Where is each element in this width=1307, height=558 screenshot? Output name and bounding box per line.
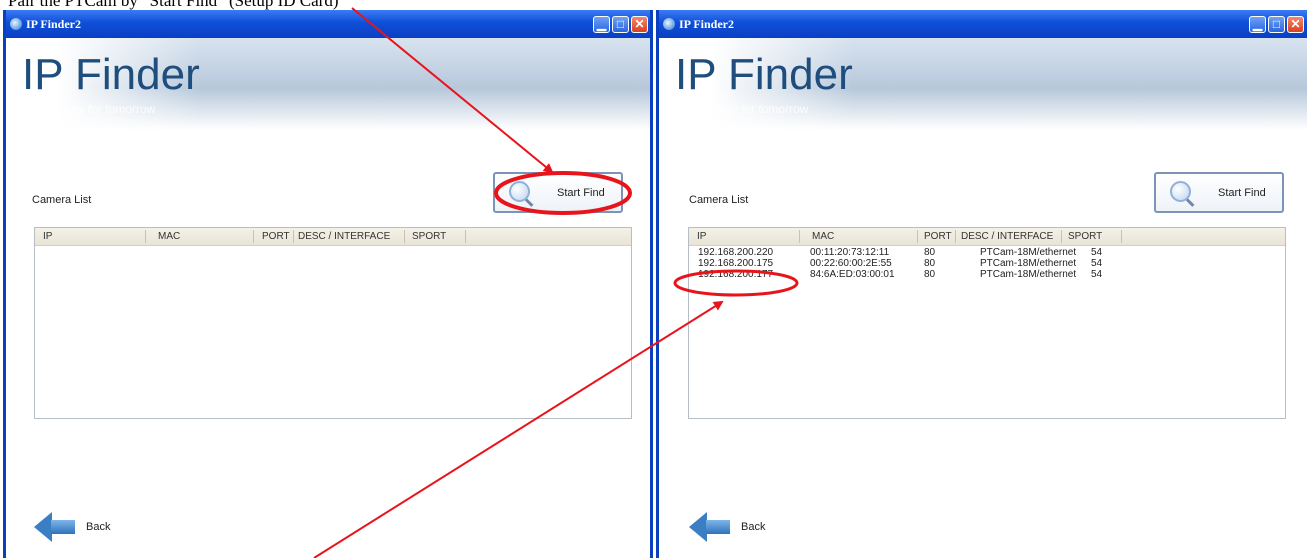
cell-port: 80	[924, 258, 936, 269]
column-divider[interactable]	[1121, 230, 1122, 243]
cell-sport: 54	[1091, 258, 1103, 269]
camera-row[interactable]: 192.168.200.175 00:22:60:00:2E:55 80 PTC…	[689, 258, 1285, 269]
maximize-icon: □	[616, 17, 625, 31]
minimize-icon: ▁	[596, 17, 607, 31]
maximize-icon: □	[1272, 17, 1281, 31]
app-icon	[663, 18, 675, 30]
cell-ip: 192.168.200.175	[698, 258, 774, 269]
back-arrow-icon-shaft	[51, 520, 75, 534]
column-port[interactable]: PORT	[924, 231, 952, 245]
ip-finder-window-before: IP Finder2 ▁ □ ✕ IP Finder Technology fo…	[3, 10, 653, 558]
start-find-button[interactable]: Start Find	[1154, 172, 1284, 213]
instruction-caption: Pair the PTCam by “Start Find” (Setup ID…	[8, 0, 339, 10]
cell-port: 80	[924, 269, 936, 280]
cell-ip: 192.168.200.177	[698, 269, 774, 280]
title-bar[interactable]: IP Finder2 ▁ □ ✕	[659, 10, 1307, 38]
column-divider[interactable]	[145, 230, 146, 243]
column-divider[interactable]	[955, 230, 956, 243]
close-button[interactable]: ✕	[631, 16, 648, 33]
cell-desc: PTCam-18M/ethernet	[980, 258, 1077, 269]
back-button[interactable]: Back	[689, 512, 809, 542]
app-icon	[10, 18, 22, 30]
cell-sport: 54	[1091, 269, 1103, 280]
column-mac[interactable]: MAC	[158, 231, 180, 245]
camera-list[interactable]: IP MAC PORT DESC / INTERFACE SPORT 192.1…	[688, 227, 1286, 419]
back-arrow-icon-shaft	[706, 520, 730, 534]
app-subtitle: Technology for tomorrow	[24, 102, 156, 116]
cell-mac: 84:6A:ED:03:00:01	[810, 269, 895, 280]
maximize-button[interactable]: □	[1268, 16, 1285, 33]
cell-sport: 54	[1091, 247, 1103, 258]
cell-desc: PTCam-18M/ethernet	[980, 247, 1077, 258]
camera-list-header: IP MAC PORT DESC / INTERFACE SPORT	[689, 228, 1285, 246]
camera-list-label: Camera List	[32, 194, 92, 206]
camera-list[interactable]: IP MAC PORT DESC / INTERFACE SPORT	[34, 227, 632, 419]
column-divider[interactable]	[465, 230, 466, 243]
window-title: IP Finder2	[679, 17, 735, 31]
minimize-button[interactable]: ▁	[593, 16, 610, 33]
column-sport[interactable]: SPORT	[412, 231, 446, 245]
column-desc[interactable]: DESC / INTERFACE	[961, 231, 1053, 245]
app-subtitle: Technology for tomorrow	[677, 102, 809, 116]
cell-port: 80	[924, 247, 936, 258]
column-mac[interactable]: MAC	[812, 231, 834, 245]
column-divider[interactable]	[799, 230, 800, 243]
back-arrow-icon	[34, 512, 52, 542]
camera-row[interactable]: 192.168.200.220 00:11:20:73:12:11 80 PTC…	[689, 247, 1285, 258]
cell-mac: 00:22:60:00:2E:55	[810, 258, 892, 269]
minimize-button[interactable]: ▁	[1249, 16, 1266, 33]
app-title: IP Finder	[675, 50, 853, 99]
back-arrow-icon	[689, 512, 707, 542]
window-title: IP Finder2	[26, 17, 82, 31]
column-divider[interactable]	[917, 230, 918, 243]
minimize-icon: ▁	[1252, 17, 1263, 31]
column-divider[interactable]	[1061, 230, 1062, 243]
ip-finder-window-after: IP Finder2 ▁ □ ✕ IP Finder Technology fo…	[656, 10, 1307, 558]
app-header: IP Finder Technology for tomorrow	[6, 38, 650, 130]
back-label: Back	[741, 521, 766, 533]
cell-desc: PTCam-18M/ethernet	[980, 269, 1077, 280]
column-port[interactable]: PORT	[262, 231, 290, 245]
app-header: IP Finder Technology for tomorrow	[659, 38, 1307, 130]
cell-mac: 00:11:20:73:12:11	[810, 247, 890, 258]
back-label: Back	[86, 521, 111, 533]
cell-ip: 192.168.200.220	[698, 247, 774, 258]
column-ip[interactable]: IP	[697, 231, 706, 245]
camera-row[interactable]: 192.168.200.177 84:6A:ED:03:00:01 80 PTC…	[689, 269, 1285, 280]
camera-list-label: Camera List	[689, 194, 749, 206]
close-icon: ✕	[1290, 17, 1301, 31]
start-find-label: Start Find	[1218, 187, 1266, 199]
close-icon: ✕	[634, 17, 645, 31]
camera-list-header: IP MAC PORT DESC / INTERFACE SPORT	[35, 228, 631, 246]
back-button[interactable]: Back	[34, 512, 154, 542]
column-divider[interactable]	[404, 230, 405, 243]
column-ip[interactable]: IP	[43, 231, 52, 245]
column-desc[interactable]: DESC / INTERFACE	[298, 231, 390, 245]
search-icon-handle	[1185, 198, 1195, 207]
maximize-button[interactable]: □	[612, 16, 629, 33]
search-icon-handle	[524, 198, 534, 207]
start-find-button[interactable]: Start Find	[493, 172, 623, 213]
title-bar[interactable]: IP Finder2 ▁ □ ✕	[6, 10, 650, 38]
start-find-label: Start Find	[557, 187, 605, 199]
app-title: IP Finder	[22, 50, 200, 99]
column-sport[interactable]: SPORT	[1068, 231, 1102, 245]
column-divider[interactable]	[253, 230, 254, 243]
close-button[interactable]: ✕	[1287, 16, 1304, 33]
column-divider[interactable]	[293, 230, 294, 243]
